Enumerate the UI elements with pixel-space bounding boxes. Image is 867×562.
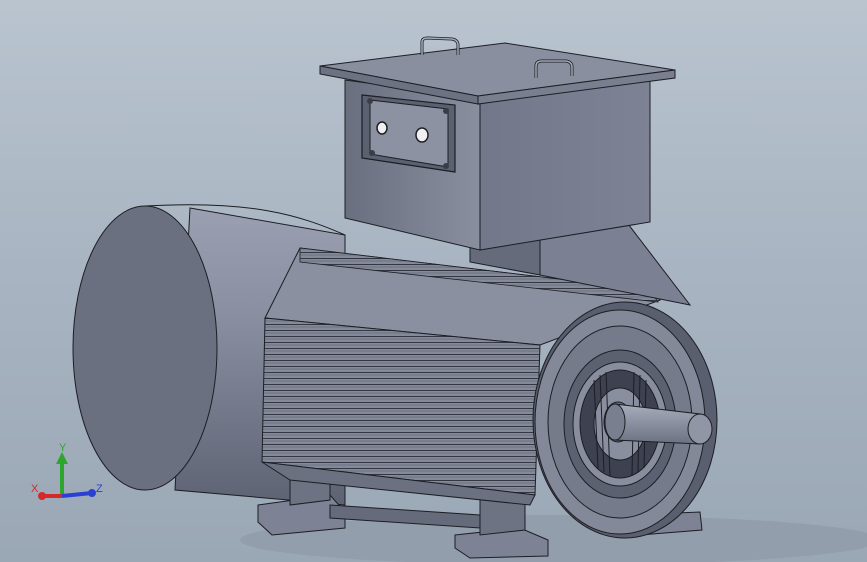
x-arrowhead xyxy=(38,492,46,500)
z-arrowhead xyxy=(88,489,96,497)
y-axis-label: Y xyxy=(59,442,67,454)
coordinate-triad: Y Z X xyxy=(31,442,103,500)
cable-gland-plate xyxy=(361,94,456,173)
cad-3d-viewport[interactable]: Y Z X xyxy=(0,0,867,562)
z-axis-label: Z xyxy=(96,483,103,495)
z-axis-arrow xyxy=(61,491,93,498)
x-axis-label: X xyxy=(31,483,39,495)
electric-motor-3d-model[interactable] xyxy=(0,0,867,562)
